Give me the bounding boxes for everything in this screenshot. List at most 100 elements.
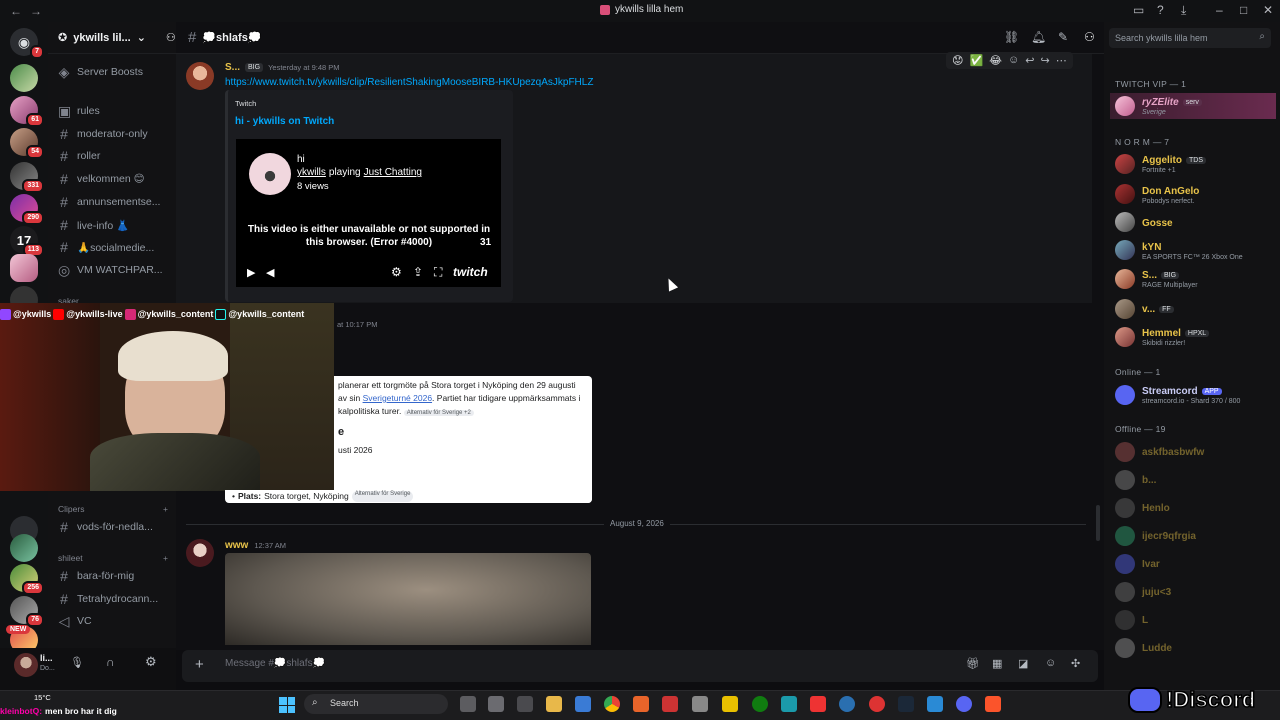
steam-icon[interactable] bbox=[898, 696, 914, 712]
dm-home-icon[interactable]: ◉ 7 bbox=[10, 28, 44, 59]
clip-link[interactable]: https://www.twitch.tv/ykwills/clip/Resil… bbox=[225, 77, 593, 88]
member-item[interactable]: Hemmel HPXL Skibidi rizzler! bbox=[1115, 324, 1275, 350]
add-reaction-icon[interactable]: ☺ bbox=[1008, 54, 1019, 67]
app-icon[interactable] bbox=[662, 696, 678, 712]
channel-bara-for-mig[interactable]: # bara-för-mig bbox=[58, 566, 173, 586]
server-header[interactable]: ✪ ykwills lil... ⌄ ⚇ bbox=[48, 22, 176, 54]
app-icon[interactable] bbox=[488, 696, 504, 712]
store-icon[interactable] bbox=[575, 696, 591, 712]
apps-icon[interactable]: ✣ bbox=[1071, 657, 1080, 670]
server-icon[interactable]: 290 bbox=[10, 194, 44, 225]
add-member-icon[interactable]: ⚇ bbox=[166, 31, 176, 44]
discord-taskbar-icon[interactable] bbox=[956, 696, 972, 712]
xbox-icon[interactable] bbox=[752, 696, 768, 712]
attached-image[interactable] bbox=[225, 553, 591, 645]
emoji-icon[interactable]: ☺ bbox=[1045, 657, 1056, 669]
member-item[interactable]: ryZElite serv Sverige bbox=[1115, 93, 1275, 119]
app-icon[interactable] bbox=[517, 696, 533, 712]
reaction-check-icon[interactable]: ✅ bbox=[969, 54, 983, 67]
pin-icon[interactable]: ✎ bbox=[1058, 30, 1068, 44]
forward-arrow-icon[interactable]: → bbox=[30, 4, 42, 18]
headphones-icon[interactable]: ∩ bbox=[106, 655, 115, 669]
windows-start-icon[interactable] bbox=[279, 697, 295, 713]
article-screenshot[interactable]: planerar ett torgmöte på Stora torget i … bbox=[334, 376, 592, 503]
channel-server-boosts[interactable]: ◈ Server Boosts bbox=[58, 62, 173, 82]
add-attachment-icon[interactable]: + bbox=[195, 656, 204, 673]
channel-velkommen[interactable]: # velkommen 😊 bbox=[58, 169, 173, 189]
avatar[interactable] bbox=[14, 653, 38, 677]
server-icon[interactable]: 331 bbox=[10, 162, 44, 193]
brave-icon[interactable] bbox=[985, 696, 1001, 712]
message-input[interactable]: Message #💭shlafs💭 bbox=[225, 658, 325, 669]
server-icon[interactable]: 17 113 bbox=[10, 226, 44, 257]
app-icon[interactable] bbox=[927, 696, 943, 712]
app-icon[interactable] bbox=[633, 696, 649, 712]
member-item[interactable]: Gosse bbox=[1115, 209, 1275, 235]
add-channel-icon[interactable]: + bbox=[163, 504, 168, 514]
chrome-icon[interactable] bbox=[604, 696, 620, 712]
server-icon[interactable]: 61 bbox=[10, 96, 44, 127]
bell-icon[interactable]: 🔔︎ bbox=[1031, 30, 1046, 44]
channel-vm-watchparty[interactable]: ◎ VM WATCHPAR... bbox=[58, 260, 173, 280]
avatar[interactable] bbox=[186, 539, 214, 567]
member-item[interactable]: Ivar bbox=[1115, 551, 1275, 577]
server-icon[interactable]: 54 bbox=[10, 128, 44, 159]
add-channel-icon[interactable]: + bbox=[163, 553, 168, 563]
server-icon[interactable]: 76 bbox=[10, 596, 44, 627]
scrollbar[interactable] bbox=[1096, 505, 1100, 541]
minimize-icon[interactable]: – bbox=[1216, 3, 1223, 17]
member-item[interactable]: S... BIG RAGE Multiplayer bbox=[1115, 266, 1275, 292]
weather[interactable]: 15°C bbox=[34, 693, 51, 702]
member-item[interactable]: Streamcord APP streamcord.io - Shard 370 /… bbox=[1115, 382, 1275, 408]
more-options-icon[interactable]: ⋯ bbox=[1056, 54, 1067, 67]
app-icon[interactable] bbox=[839, 696, 855, 712]
server-icon-active[interactable] bbox=[10, 254, 38, 282]
member-item[interactable]: juju<3 bbox=[1115, 579, 1275, 605]
microphone-icon[interactable]: 🎙 bbox=[70, 656, 84, 669]
channel-live-info[interactable]: # live-info 👗 bbox=[58, 215, 173, 235]
member-item[interactable]: Henlo bbox=[1115, 495, 1275, 521]
member-item[interactable]: Ludde bbox=[1115, 635, 1275, 661]
category-clipers[interactable]: Clipers + bbox=[58, 504, 168, 514]
sticker-icon[interactable]: ◪ bbox=[1018, 657, 1028, 670]
member-item[interactable]: askfbasbwfw bbox=[1115, 439, 1275, 465]
settings-gear-icon[interactable]: ⚙ bbox=[145, 654, 157, 670]
member-item[interactable]: kYN EA SPORTS FC™ 26 Xbox One bbox=[1115, 237, 1275, 263]
embed-title[interactable]: hi - ykwills on Twitch bbox=[235, 116, 334, 127]
avatar[interactable] bbox=[186, 62, 214, 90]
member-item[interactable]: ijecr9qfrgia bbox=[1115, 523, 1275, 549]
channel-annunsementse[interactable]: # annunsementse... bbox=[58, 192, 173, 212]
member-item[interactable]: Aggelito TDS Fortnite +1 bbox=[1115, 151, 1275, 177]
app-icon[interactable] bbox=[869, 696, 885, 712]
member-list-icon[interactable]: ⚇ bbox=[1084, 30, 1095, 44]
file-explorer-icon[interactable] bbox=[546, 696, 562, 712]
taskbar-search[interactable]: ⌕ Search bbox=[304, 694, 448, 714]
settings-icon[interactable]: ⚙ bbox=[391, 265, 402, 279]
reply-icon[interactable]: ↩ bbox=[1025, 54, 1034, 67]
reaction-worried-icon[interactable]: 😟 bbox=[952, 54, 963, 67]
channel-tetrahydrocann[interactable]: # Tetrahydrocann... bbox=[58, 589, 173, 609]
app-icon[interactable] bbox=[692, 696, 708, 712]
server-icon[interactable] bbox=[10, 64, 38, 92]
channel-socialmedie[interactable]: # 🙏socialmedie... bbox=[58, 237, 173, 257]
back-arrow-icon[interactable]: ← bbox=[10, 4, 22, 18]
member-item[interactable]: L bbox=[1115, 607, 1275, 633]
game-link[interactable]: Just Chatting bbox=[364, 167, 422, 178]
app-icon[interactable] bbox=[781, 696, 797, 712]
gift-icon[interactable]: 🎁︎ bbox=[966, 657, 980, 670]
member-item[interactable]: v... FF bbox=[1115, 296, 1275, 322]
server-icon[interactable]: 256 bbox=[10, 564, 44, 595]
search-input[interactable]: Search ykwills lilla hem ⌕ bbox=[1109, 28, 1271, 48]
channel-rules[interactable]: ▣ rules bbox=[58, 101, 173, 121]
channel-roller[interactable]: # roller bbox=[58, 146, 173, 166]
member-item[interactable]: Don AnGelo Pobodys nerfect. bbox=[1115, 181, 1275, 207]
rockstar-icon[interactable] bbox=[722, 696, 738, 712]
server-icon[interactable] bbox=[10, 534, 38, 562]
threads-icon[interactable]: ⛓ bbox=[1004, 30, 1019, 44]
share-icon[interactable]: ⇪ bbox=[413, 265, 423, 279]
channel-moderator-only[interactable]: # moderator-only bbox=[58, 124, 173, 144]
author-name[interactable]: www bbox=[225, 540, 248, 551]
channel-vc[interactable]: ◁ VC bbox=[58, 611, 173, 631]
gif-icon[interactable]: ▦ bbox=[992, 657, 1002, 670]
inbox-icon[interactable]: ▭ bbox=[1133, 3, 1144, 17]
